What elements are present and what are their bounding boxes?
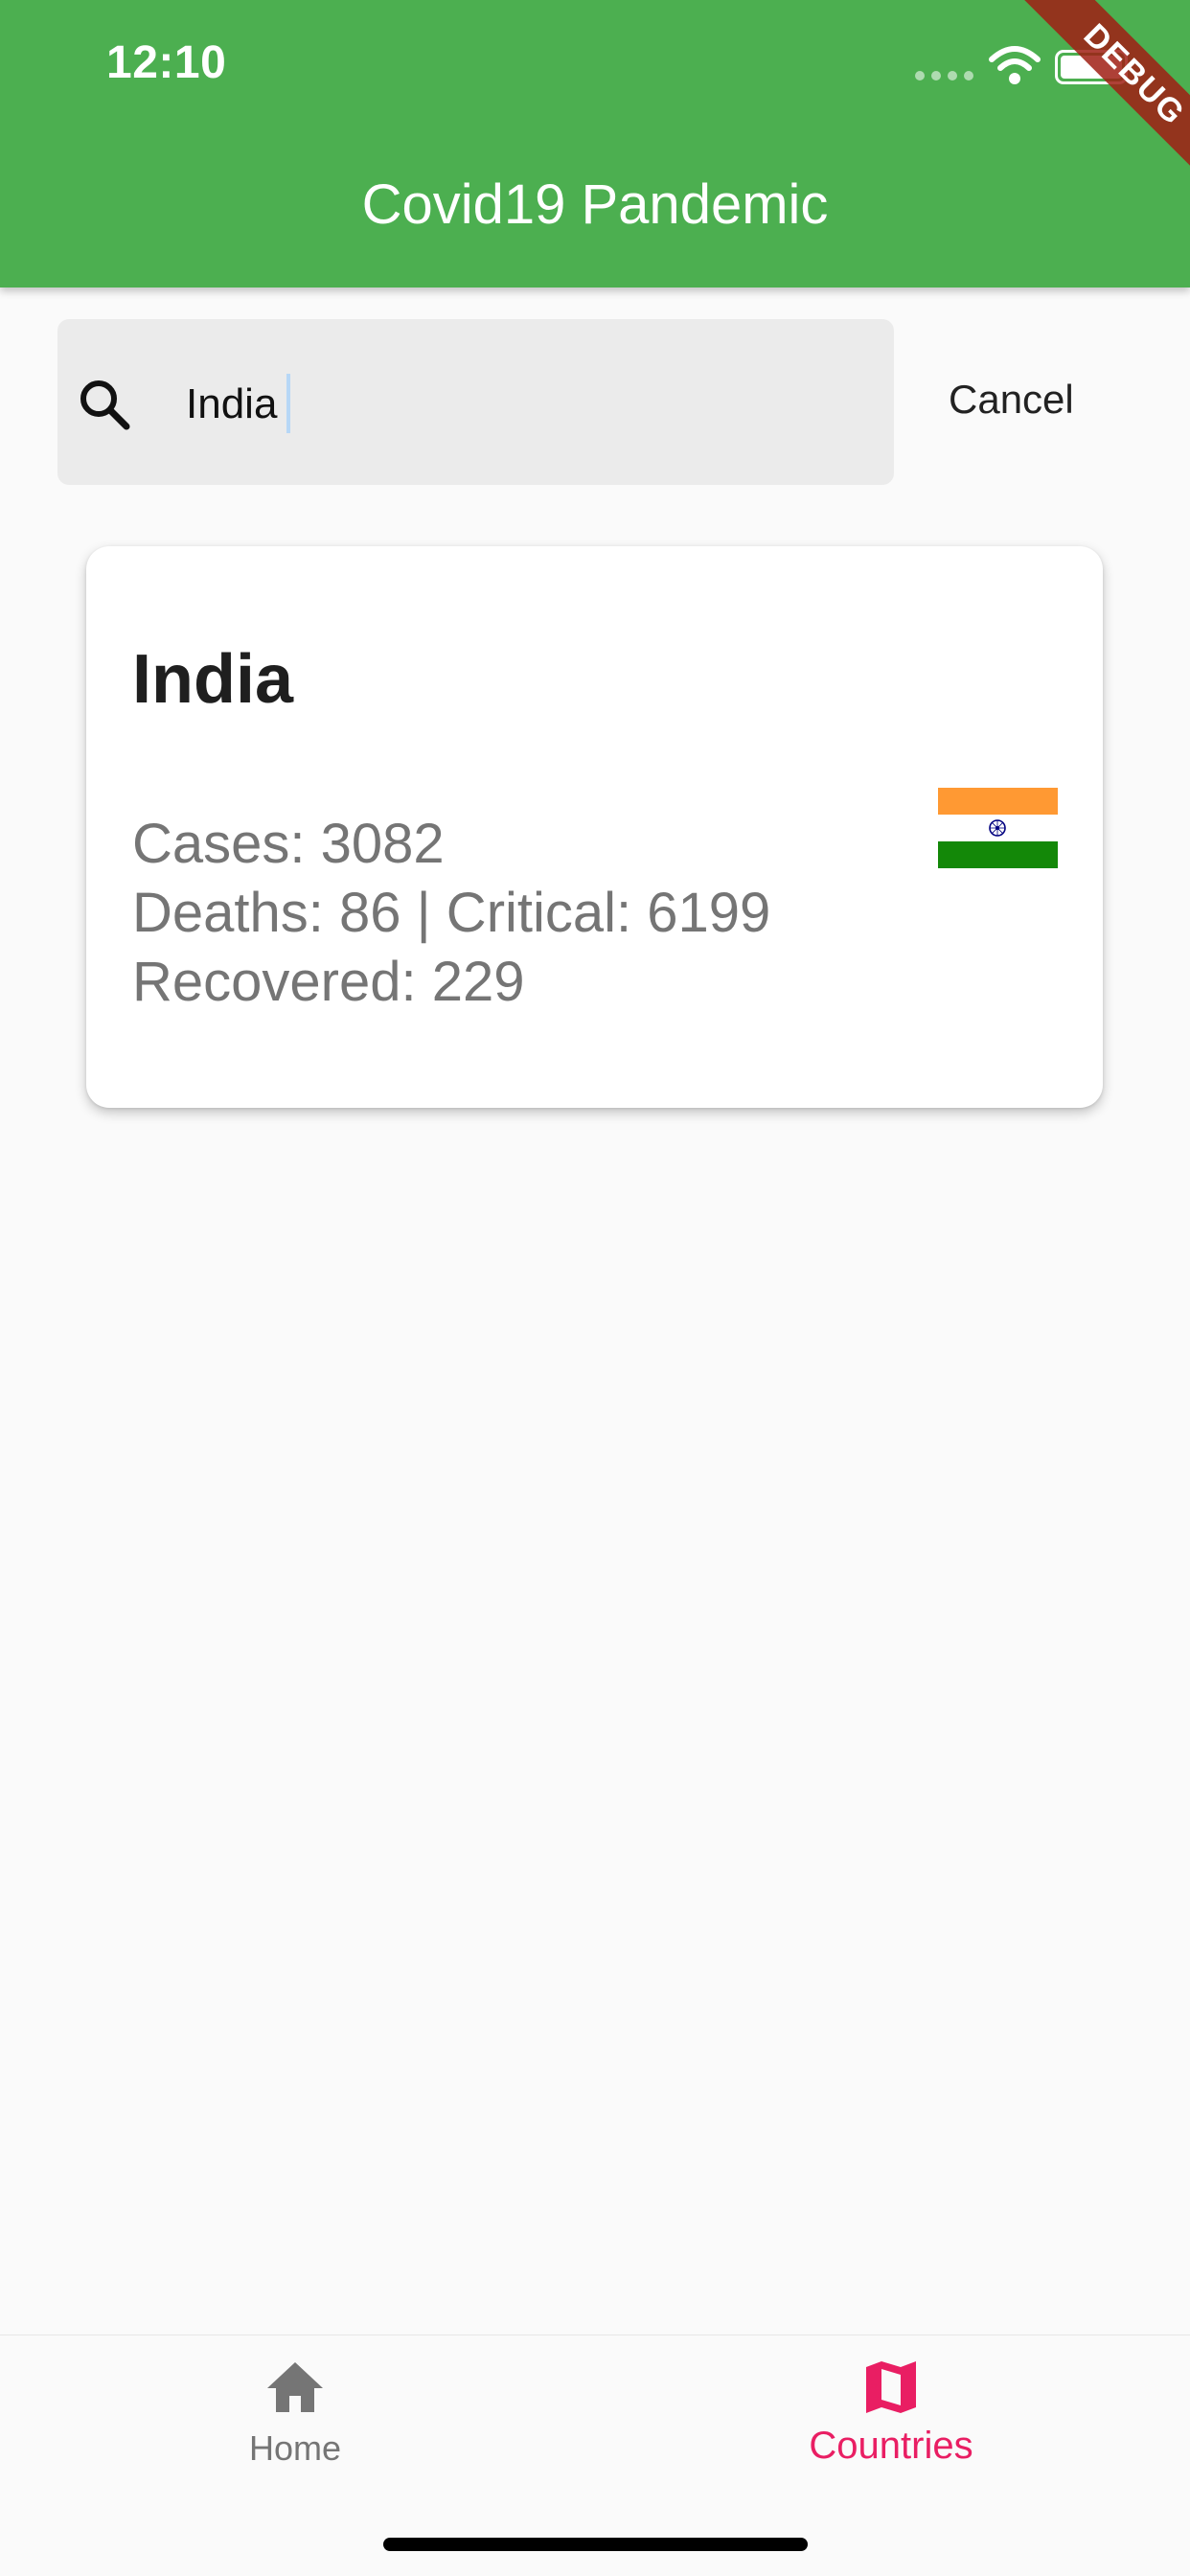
country-name: India	[132, 641, 294, 718]
cancel-button[interactable]: Cancel	[949, 377, 1074, 423]
map-icon	[866, 2361, 916, 2413]
page-title: Covid19 Pandemic	[361, 173, 829, 236]
cellular-signal-icon	[915, 71, 973, 80]
nav-item-home[interactable]: Home	[142, 2359, 448, 2484]
home-icon	[267, 2362, 323, 2412]
india-flag-icon	[938, 788, 1058, 868]
nav-item-countries[interactable]: Countries	[738, 2359, 1044, 2484]
text-cursor	[286, 374, 290, 433]
cases-stat: Cases: 3082	[132, 813, 445, 875]
nav-label-home: Home	[248, 2428, 342, 2468]
app-bar: 12:10 Covid19 Pandemic	[0, 0, 1190, 288]
status-time: 12:10	[106, 37, 227, 88]
ashoka-chakra-icon	[989, 819, 1006, 837]
nav-label-countries: Countries	[809, 2425, 973, 2467]
search-icon	[80, 380, 130, 430]
home-indicator[interactable]	[383, 2538, 808, 2551]
recovered-stat: Recovered: 229	[132, 951, 525, 1013]
app-screen: 12:10 Covid19 Pandemic DEBUG Cancel Indi…	[0, 0, 1190, 2576]
search-input[interactable]	[186, 376, 761, 433]
deaths-critical-stat: Deaths: 86 | Critical: 6199	[132, 882, 771, 944]
wifi-icon	[989, 46, 1041, 84]
